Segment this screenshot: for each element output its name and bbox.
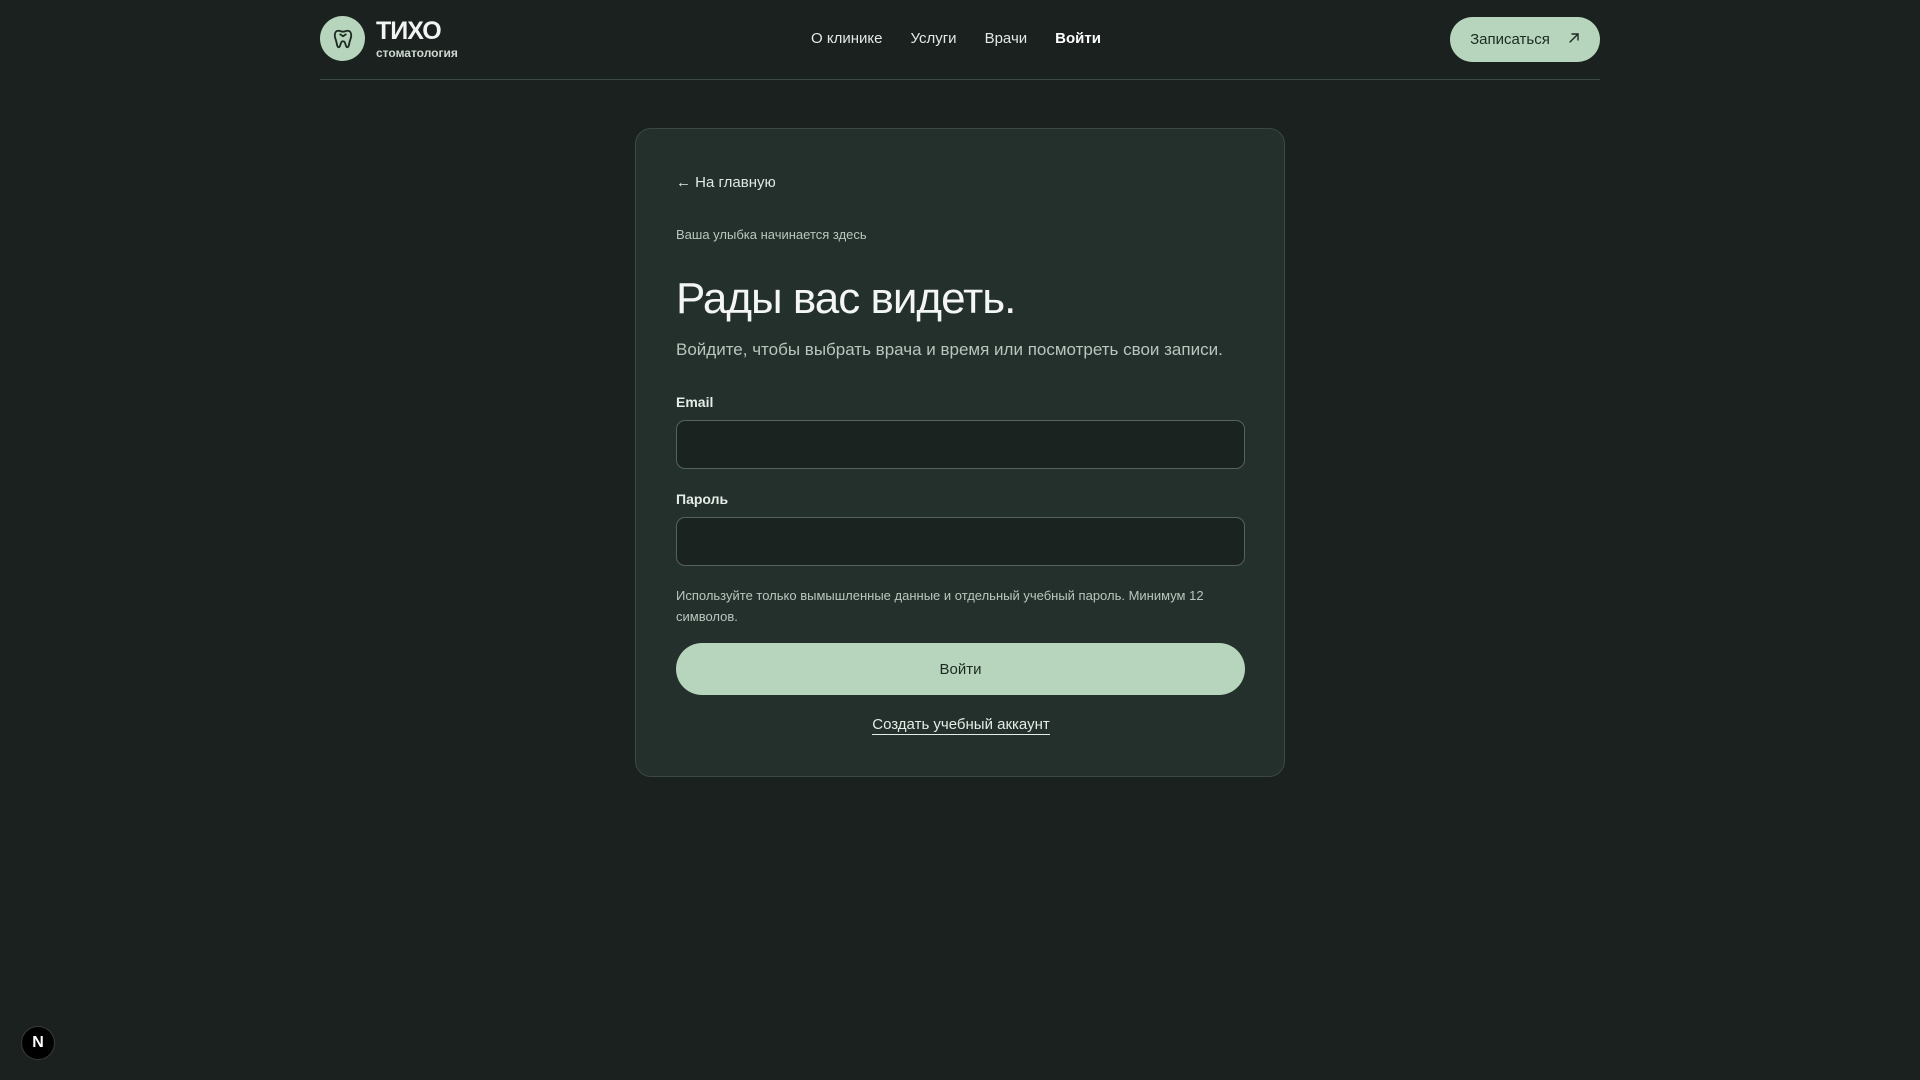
dev-tools-badge[interactable]: N	[21, 1026, 55, 1060]
create-account-link[interactable]: Создать учебный аккаунт	[872, 716, 1050, 735]
brand-name: ТИХО	[376, 16, 442, 45]
login-lead: Войдите, чтобы выбрать врача и время или…	[676, 340, 1223, 359]
password-hint: Используйте только вымышленные данные и …	[676, 588, 1204, 624]
nav-item-doctors[interactable]: Врачи	[985, 30, 1028, 47]
nav-item-about[interactable]: О клинике	[811, 30, 882, 47]
email-label: Email	[676, 394, 714, 410]
arrow-up-right-icon	[1568, 31, 1580, 48]
tooth-icon	[320, 16, 365, 61]
password-label: Пароль	[676, 491, 729, 507]
page-title: Рады вас видеть.	[676, 274, 1016, 323]
login-kicker: Ваша улыбка начинается здесь	[676, 227, 867, 242]
site-header: ТИХО стоматология О клинике Услуги Врачи…	[320, 0, 1600, 80]
password-field[interactable]	[676, 517, 1245, 566]
login-card: ← На главную Ваша улыбка начинается здес…	[635, 128, 1285, 777]
email-field[interactable]	[676, 420, 1245, 469]
main-nav: О клинике Услуги Врачи Войти	[811, 30, 1101, 47]
back-to-home-link[interactable]: ← На главную	[676, 174, 776, 191]
book-appointment-button[interactable]: Записаться	[1450, 17, 1600, 62]
nav-item-login[interactable]: Войти	[1055, 30, 1101, 47]
nav-item-services[interactable]: Услуги	[910, 30, 956, 47]
login-button[interactable]: Войти	[676, 643, 1245, 695]
brand-tagline: стоматология	[376, 45, 458, 60]
book-appointment-label: Записаться	[1470, 31, 1550, 48]
logo[interactable]: ТИХО стоматология	[320, 16, 458, 61]
